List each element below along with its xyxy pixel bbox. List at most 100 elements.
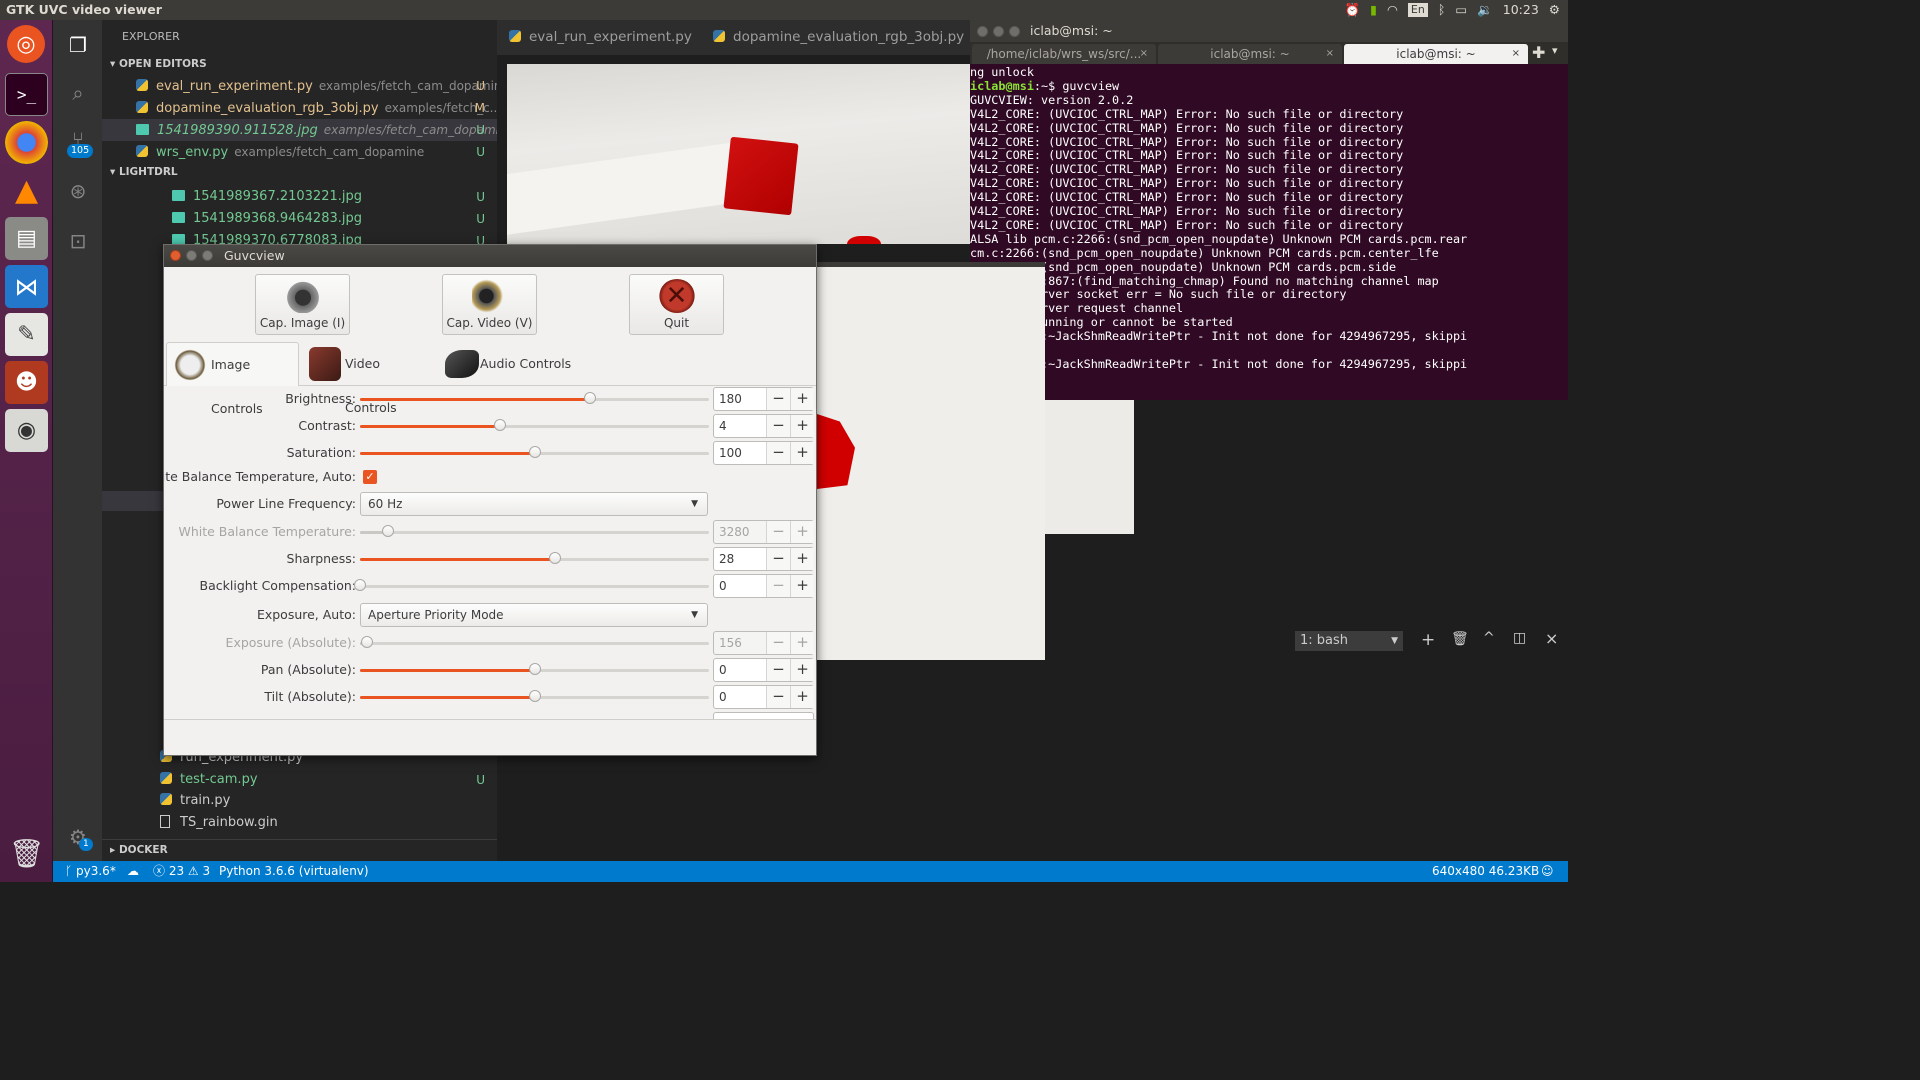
exposure-abs-slider[interactable]: [360, 636, 709, 648]
quit-button[interactable]: ✕ Quit: [629, 274, 724, 335]
keyboard-lang-indicator[interactable]: En: [1407, 3, 1428, 17]
spin-value[interactable]: 3280: [719, 521, 750, 543]
open-editor-item[interactable]: dopamine_evaluation_rgb_3obj.py examples/…: [102, 97, 497, 119]
decrement-button[interactable]: −: [766, 686, 790, 708]
decrement-button[interactable]: −: [766, 388, 790, 410]
pan-slider[interactable]: [360, 663, 709, 675]
text-editor-app-icon[interactable]: ✎: [5, 313, 48, 356]
open-editor-item[interactable]: wrs_env.py examples/fetch_cam_dopamine U: [102, 141, 497, 163]
increment-button[interactable]: +: [790, 415, 814, 437]
close-icon[interactable]: [977, 26, 988, 37]
next-spinbutton[interactable]: [713, 712, 814, 719]
capture-image-button[interactable]: Cap. Image (I): [255, 274, 350, 335]
pan-spinbutton[interactable]: 0 − +: [713, 658, 814, 682]
backlight-slider[interactable]: [354, 579, 709, 591]
terminal-select[interactable]: 1: bash ▼: [1295, 631, 1403, 651]
decrement-button[interactable]: −: [766, 575, 790, 597]
increment-button[interactable]: +: [790, 442, 814, 464]
terminal-tab-active[interactable]: iclab@msi: ~ ×: [1344, 44, 1528, 64]
wifi-icon[interactable]: ◠: [1387, 0, 1398, 20]
backlight-spinbutton[interactable]: 0 − +: [713, 574, 814, 598]
spin-value[interactable]: 28: [719, 548, 734, 570]
webcam-app-icon[interactable]: ◉: [5, 409, 48, 452]
close-tab-icon[interactable]: ×: [1326, 44, 1334, 64]
feedback-icon[interactable]: ☺: [1541, 861, 1554, 882]
git-branch[interactable]: ᚴ py3.6*: [65, 861, 116, 882]
tab-video-controls[interactable]: Video Controls: [305, 342, 435, 415]
decrement-button[interactable]: −: [766, 548, 790, 570]
sharpness-slider[interactable]: [360, 552, 709, 564]
terminal-app-icon[interactable]: >_: [5, 73, 48, 116]
exposure-abs-spinbutton[interactable]: 156 − +: [713, 631, 814, 655]
open-editor-item[interactable]: eval_run_experiment.py examples/fetch_cam…: [102, 75, 497, 97]
decrement-button[interactable]: −: [766, 632, 790, 654]
increment-button[interactable]: +: [790, 521, 814, 543]
slider-handle[interactable]: [584, 392, 597, 404]
search-icon[interactable]: ⌕: [65, 80, 91, 106]
increment-button[interactable]: +: [790, 686, 814, 708]
python-interpreter[interactable]: Python 3.6.6 (virtualenv): [219, 861, 369, 882]
slider-handle[interactable]: [528, 663, 541, 675]
lightdrl-section[interactable]: ▾ LIGHTDRL: [102, 162, 497, 182]
increment-button[interactable]: +: [790, 632, 814, 654]
spin-value[interactable]: 0: [719, 575, 727, 597]
terminal-tab[interactable]: iclab@msi: ~ ×: [1158, 44, 1342, 64]
contrast-spinbutton[interactable]: 4 − +: [713, 414, 814, 438]
files-icon[interactable]: ❐: [65, 32, 91, 58]
brightness-spinbutton[interactable]: 180 − +: [713, 387, 814, 411]
wb-temp-spinbutton[interactable]: 3280− +: [713, 520, 814, 544]
extensions-icon[interactable]: ⊡: [65, 228, 91, 254]
tree-file-item[interactable]: 1541989367.2103221.jpg U: [102, 186, 497, 208]
tree-file-item[interactable]: 1541989368.9464283.jpg U: [102, 208, 497, 230]
trash-icon[interactable]: 🗑: [5, 832, 48, 875]
slider-handle[interactable]: [549, 552, 562, 564]
tree-file-item[interactable]: test-cam.py U: [102, 769, 497, 791]
chrome-app-icon[interactable]: [5, 121, 48, 164]
tree-file-item[interactable]: TS_rainbow.gin: [102, 812, 497, 834]
close-tab-icon[interactable]: ×: [1512, 44, 1520, 64]
decrement-button[interactable]: −: [766, 442, 790, 464]
new-tab-icon[interactable]: ✚: [1532, 43, 1545, 62]
minimize-icon[interactable]: [186, 250, 197, 261]
increment-button[interactable]: +: [790, 388, 814, 410]
slider-handle[interactable]: [493, 419, 506, 431]
docker-section[interactable]: ▸ DOCKER: [102, 839, 497, 859]
debug-icon[interactable]: ⊛: [65, 178, 91, 204]
terminal-tab[interactable]: /home/iclab/wrs_ws/src/... ×: [972, 44, 1156, 64]
maximize-icon[interactable]: [202, 250, 213, 261]
exposure-auto-select[interactable]: Aperture Priority Mode ▼: [360, 603, 708, 627]
add-terminal-icon[interactable]: +: [1421, 630, 1435, 650]
sharpness-spinbutton[interactable]: 28 − +: [713, 547, 814, 571]
tree-file-item[interactable]: train.py: [102, 790, 497, 812]
vscode-app-icon[interactable]: ⋈: [5, 265, 48, 308]
increment-button[interactable]: +: [790, 659, 814, 681]
minimize-icon[interactable]: [993, 26, 1004, 37]
spin-value[interactable]: 4: [719, 415, 727, 437]
slider-handle[interactable]: [360, 636, 373, 648]
tilt-slider[interactable]: [360, 690, 709, 702]
spin-value[interactable]: 180: [719, 388, 742, 410]
vlc-app-icon[interactable]: ▲: [5, 169, 48, 212]
wb-auto-checkbox[interactable]: ✓: [363, 470, 377, 484]
slider-handle[interactable]: [528, 690, 541, 702]
slider-handle[interactable]: [354, 579, 366, 591]
nvidia-icon[interactable]: ▮: [1370, 0, 1377, 20]
ubuntu-dash-icon[interactable]: ◎: [7, 25, 45, 63]
saturation-spinbutton[interactable]: 100 − +: [713, 441, 814, 465]
sync-icon[interactable]: ☁: [127, 861, 139, 882]
brightness-slider[interactable]: [360, 392, 709, 404]
slider-handle[interactable]: [528, 446, 541, 458]
volume-icon[interactable]: 🔉: [1477, 0, 1493, 20]
problems-indicator[interactable]: ⓧ 23 ⚠ 3: [153, 861, 210, 882]
close-tab-icon[interactable]: ×: [1140, 44, 1148, 64]
editor-tab[interactable]: dopamine_evaluation_rgb_3obj.py: [701, 20, 970, 55]
battery-icon[interactable]: ▭: [1455, 0, 1467, 20]
contrast-slider[interactable]: [360, 419, 709, 431]
spin-value[interactable]: 100: [719, 442, 742, 464]
close-icon[interactable]: [170, 250, 181, 261]
power-line-select[interactable]: 60 Hz ▼: [360, 492, 708, 516]
decrement-button[interactable]: −: [766, 659, 790, 681]
spin-value[interactable]: 156: [719, 632, 742, 654]
maximize-panel-icon[interactable]: ^: [1483, 630, 1495, 646]
close-panel-icon[interactable]: ×: [1545, 629, 1558, 648]
